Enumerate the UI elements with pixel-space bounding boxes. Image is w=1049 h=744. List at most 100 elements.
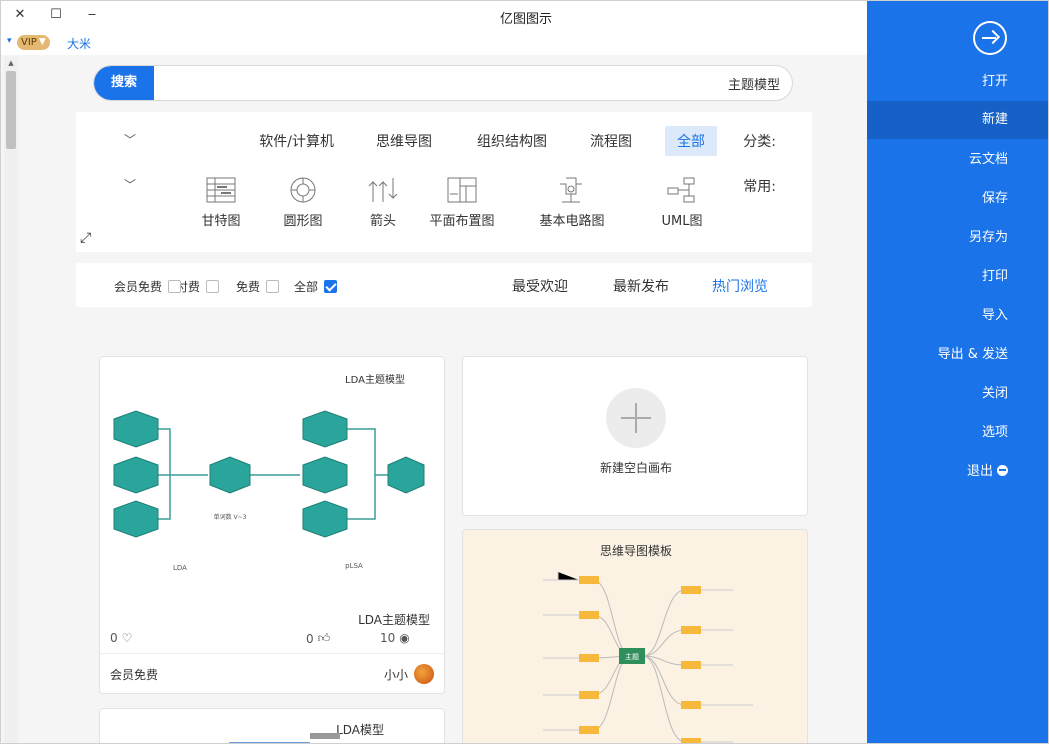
views-count: 10 [380, 631, 396, 645]
checkbox-label: 全部 [294, 280, 319, 294]
card-title: LDA主题模型 [358, 613, 430, 627]
checkbox-icon[interactable] [168, 280, 182, 293]
mindmap-thumbnail: 思维导图模板 主题 [543, 544, 753, 743]
category-item-mindmap[interactable]: 思维导图 [376, 131, 432, 151]
template-circle[interactable]: 圆形图 [263, 176, 343, 229]
lda-diagram-title: LDA主题模型 [345, 373, 405, 386]
template-arrow[interactable]: 箭头 [343, 176, 423, 229]
category-row: 分类: 全部 流程图 组织结构图 思维导图 软件/计算机 ﹀ [76, 126, 812, 156]
template-label: 甘特图 [201, 214, 241, 229]
category-item-all[interactable]: 全部 [665, 126, 717, 156]
lda-thumbnail: LDA主题模型 LDA pLSA 单词数 V~3 [113, 373, 425, 572]
tab-latest[interactable]: 最新发布 [613, 276, 669, 296]
sidebar-item-import[interactable]: 导入 [867, 297, 1048, 335]
filter-all[interactable]: 全部 [294, 278, 338, 295]
author-name: 小小 [383, 667, 408, 682]
thumbs-up-icon: 👍︎ [317, 631, 331, 645]
filter-bar: 热门浏览 最新发布 最受欢迎 全部 免费 付费 会员免费 [76, 263, 812, 307]
price-label: 会员免费 [110, 668, 159, 682]
template-label: 基本电路图 [539, 214, 605, 229]
user-name[interactable]: 大米 [67, 35, 91, 52]
checkbox-label: 会员免费 [114, 280, 163, 294]
main-content: 搜索 分类: 全部 流程图 组织结构图 思维导图 软件/计算机 ﹀ 常用: ﹀ [21, 55, 867, 743]
search-input[interactable] [164, 66, 780, 100]
common-label: 常用: [743, 179, 776, 195]
crown-icon: ▼ [38, 37, 46, 47]
expand-icon[interactable]: ⤢ [80, 230, 91, 246]
author[interactable]: 小小 [384, 664, 434, 684]
sidebar-item-options[interactable]: 选项 [867, 414, 1048, 452]
category-item-orgchart[interactable]: 组织结构图 [477, 131, 547, 151]
floorplan-icon [447, 177, 477, 203]
chevron-down-icon[interactable]: ﹀ [124, 176, 136, 193]
template-floorplan[interactable]: 平面布置图 [422, 176, 502, 229]
lda2-template-card[interactable]: LDA模型 [99, 708, 445, 743]
new-blank-label: 新建空白画布 [599, 461, 672, 475]
favorites-count: 0 [110, 631, 118, 645]
dropdown-arrow-icon[interactable]: ▾ [7, 36, 12, 46]
search-button[interactable]: 搜索 [94, 66, 154, 100]
sidebar-item-exit[interactable]: 退出 [867, 453, 1048, 491]
uml-icon [667, 177, 695, 203]
template-uml[interactable]: UML图 [642, 176, 722, 229]
sidebar-item-save[interactable]: 保存 [867, 180, 1048, 218]
lda-template-card[interactable]: LDA主题模型 LDA pLSA 单词数 V~3 LDA主题模型 0 ♡ 0 👍… [99, 356, 445, 694]
category-item-flowchart[interactable]: 流程图 [590, 131, 632, 151]
category-panel: 分类: 全部 流程图 组织结构图 思维导图 软件/计算机 ﹀ 常用: ﹀ UML… [76, 112, 812, 252]
template-label: 箭头 [369, 214, 396, 229]
mindmap-title: 思维导图模板 [600, 544, 672, 558]
sidebar-item-print[interactable]: 打印 [867, 258, 1048, 296]
sidebar-item-close[interactable]: 关闭 [867, 375, 1048, 413]
filter-member-free[interactable]: 会员免费 [114, 278, 182, 295]
scroll-up-arrow-icon[interactable]: ▲ [4, 57, 18, 69]
sidebar-item-export-send[interactable]: 导出 & 发送 [867, 336, 1048, 374]
template-circuit[interactable]: 基本电路图 [532, 176, 612, 229]
vertical-scrollbar[interactable]: ▲ [4, 57, 18, 743]
likes-count: 0 [306, 631, 314, 646]
file-menu-sidebar: 打开 新建 云文档 保存 另存为 打印 导入 导出 & 发送 关闭 选项 退出 [867, 1, 1048, 743]
plsa-label: pLSA [345, 562, 363, 570]
avatar [414, 664, 434, 684]
template-label: 圆形图 [283, 214, 323, 229]
new-blank-canvas-card[interactable]: 新建空白画布 [462, 356, 808, 516]
category-item-software[interactable]: 软件/计算机 [259, 131, 334, 151]
arrow-icon [368, 178, 398, 202]
search-bar: 搜索 [93, 65, 793, 101]
exit-label: 退出 [966, 464, 993, 479]
user-bar: ▾ VIP ▼ 大米 [1, 31, 867, 55]
likes-stat[interactable]: 0 👍︎ [306, 631, 330, 646]
divider [100, 653, 444, 654]
checkbox-icon[interactable] [206, 280, 220, 293]
back-arrow-icon[interactable] [973, 21, 1007, 55]
circle-icon [290, 177, 316, 203]
gantt-icon [206, 177, 236, 203]
sidebar-item-new[interactable]: 新建 [867, 101, 1048, 139]
vip-label: VIP [21, 37, 37, 48]
lda-label: LDA [173, 564, 187, 572]
template-gantt[interactable]: 甘特图 [181, 176, 261, 229]
sidebar-item-cloud-docs[interactable]: 云文档 [867, 141, 1048, 179]
heart-icon: ♡ [121, 631, 133, 645]
plus-icon[interactable] [606, 388, 666, 448]
favorites-stat[interactable]: 0 ♡ [110, 631, 132, 645]
mindmap-template-card[interactable]: 思维导图模板 主题 [462, 529, 808, 743]
filter-free[interactable]: 免费 [236, 278, 280, 295]
template-label: 平面布置图 [429, 214, 495, 229]
checkbox-label: 免费 [236, 280, 261, 294]
views-stat: 10 ◉ [380, 631, 410, 645]
vip-badge[interactable]: VIP ▼ [17, 35, 50, 50]
sidebar-item-open[interactable]: 打开 [867, 63, 1048, 101]
lda2-thumbnail [228, 733, 340, 743]
scroll-thumb[interactable] [6, 71, 16, 149]
checkbox-checked-icon[interactable] [324, 280, 338, 293]
chevron-down-icon[interactable]: ﹀ [124, 131, 136, 148]
filter-paid[interactable]: 付费 [176, 278, 220, 295]
mindmap-center: 主题 [625, 652, 639, 661]
eye-icon: ◉ [399, 631, 410, 645]
checkbox-icon[interactable] [266, 280, 280, 293]
tab-hot[interactable]: 热门浏览 [712, 276, 768, 296]
tab-popular[interactable]: 最受欢迎 [512, 276, 568, 296]
circuit-icon [560, 177, 582, 203]
app-window: ✕ ☐ ‒ 亿图图示 ▾ VIP▼ 大米 ▲ 搜索 分类: 全部 流程图 组织结… [0, 0, 1049, 744]
sidebar-item-save-as[interactable]: 另存为 [867, 219, 1048, 257]
